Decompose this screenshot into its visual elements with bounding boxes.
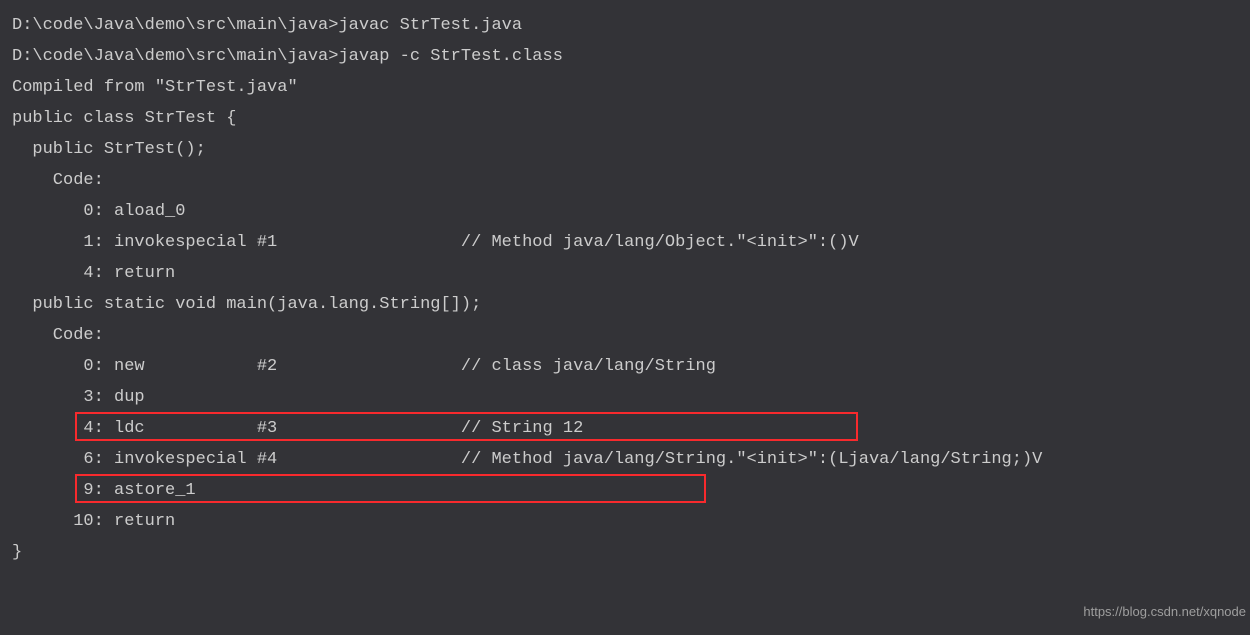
watermark: https://blog.csdn.net/xqnode bbox=[1083, 596, 1246, 627]
terminal-output: D:\code\Java\demo\src\main\java>javac St… bbox=[12, 10, 1238, 568]
code-label: Code: bbox=[12, 320, 1238, 351]
bytecode-line: 4: return bbox=[12, 258, 1238, 289]
cmd-javap: D:\code\Java\demo\src\main\java>javap -c… bbox=[12, 41, 1238, 72]
bytecode-line-highlighted: 0: new #2 // class java/lang/String bbox=[12, 351, 1238, 382]
code-label: Code: bbox=[12, 165, 1238, 196]
class-decl: public class StrTest { bbox=[12, 103, 1238, 134]
class-close: } bbox=[12, 537, 1238, 568]
bytecode-line: 1: invokespecial #1 // Method java/lang/… bbox=[12, 227, 1238, 258]
bytecode-line: 0: aload_0 bbox=[12, 196, 1238, 227]
bytecode-line: 6: invokespecial #4 // Method java/lang/… bbox=[12, 444, 1238, 475]
compiled-from: Compiled from "StrTest.java" bbox=[12, 72, 1238, 103]
bytecode-line: 3: dup bbox=[12, 382, 1238, 413]
bytecode-line: 9: astore_1 bbox=[12, 475, 1238, 506]
bytecode-line-highlighted: 4: ldc #3 // String 12 bbox=[12, 413, 1238, 444]
cmd-javac: D:\code\Java\demo\src\main\java>javac St… bbox=[12, 10, 1238, 41]
bytecode-line: 10: return bbox=[12, 506, 1238, 537]
main-decl: public static void main(java.lang.String… bbox=[12, 289, 1238, 320]
ctor-decl: public StrTest(); bbox=[12, 134, 1238, 165]
